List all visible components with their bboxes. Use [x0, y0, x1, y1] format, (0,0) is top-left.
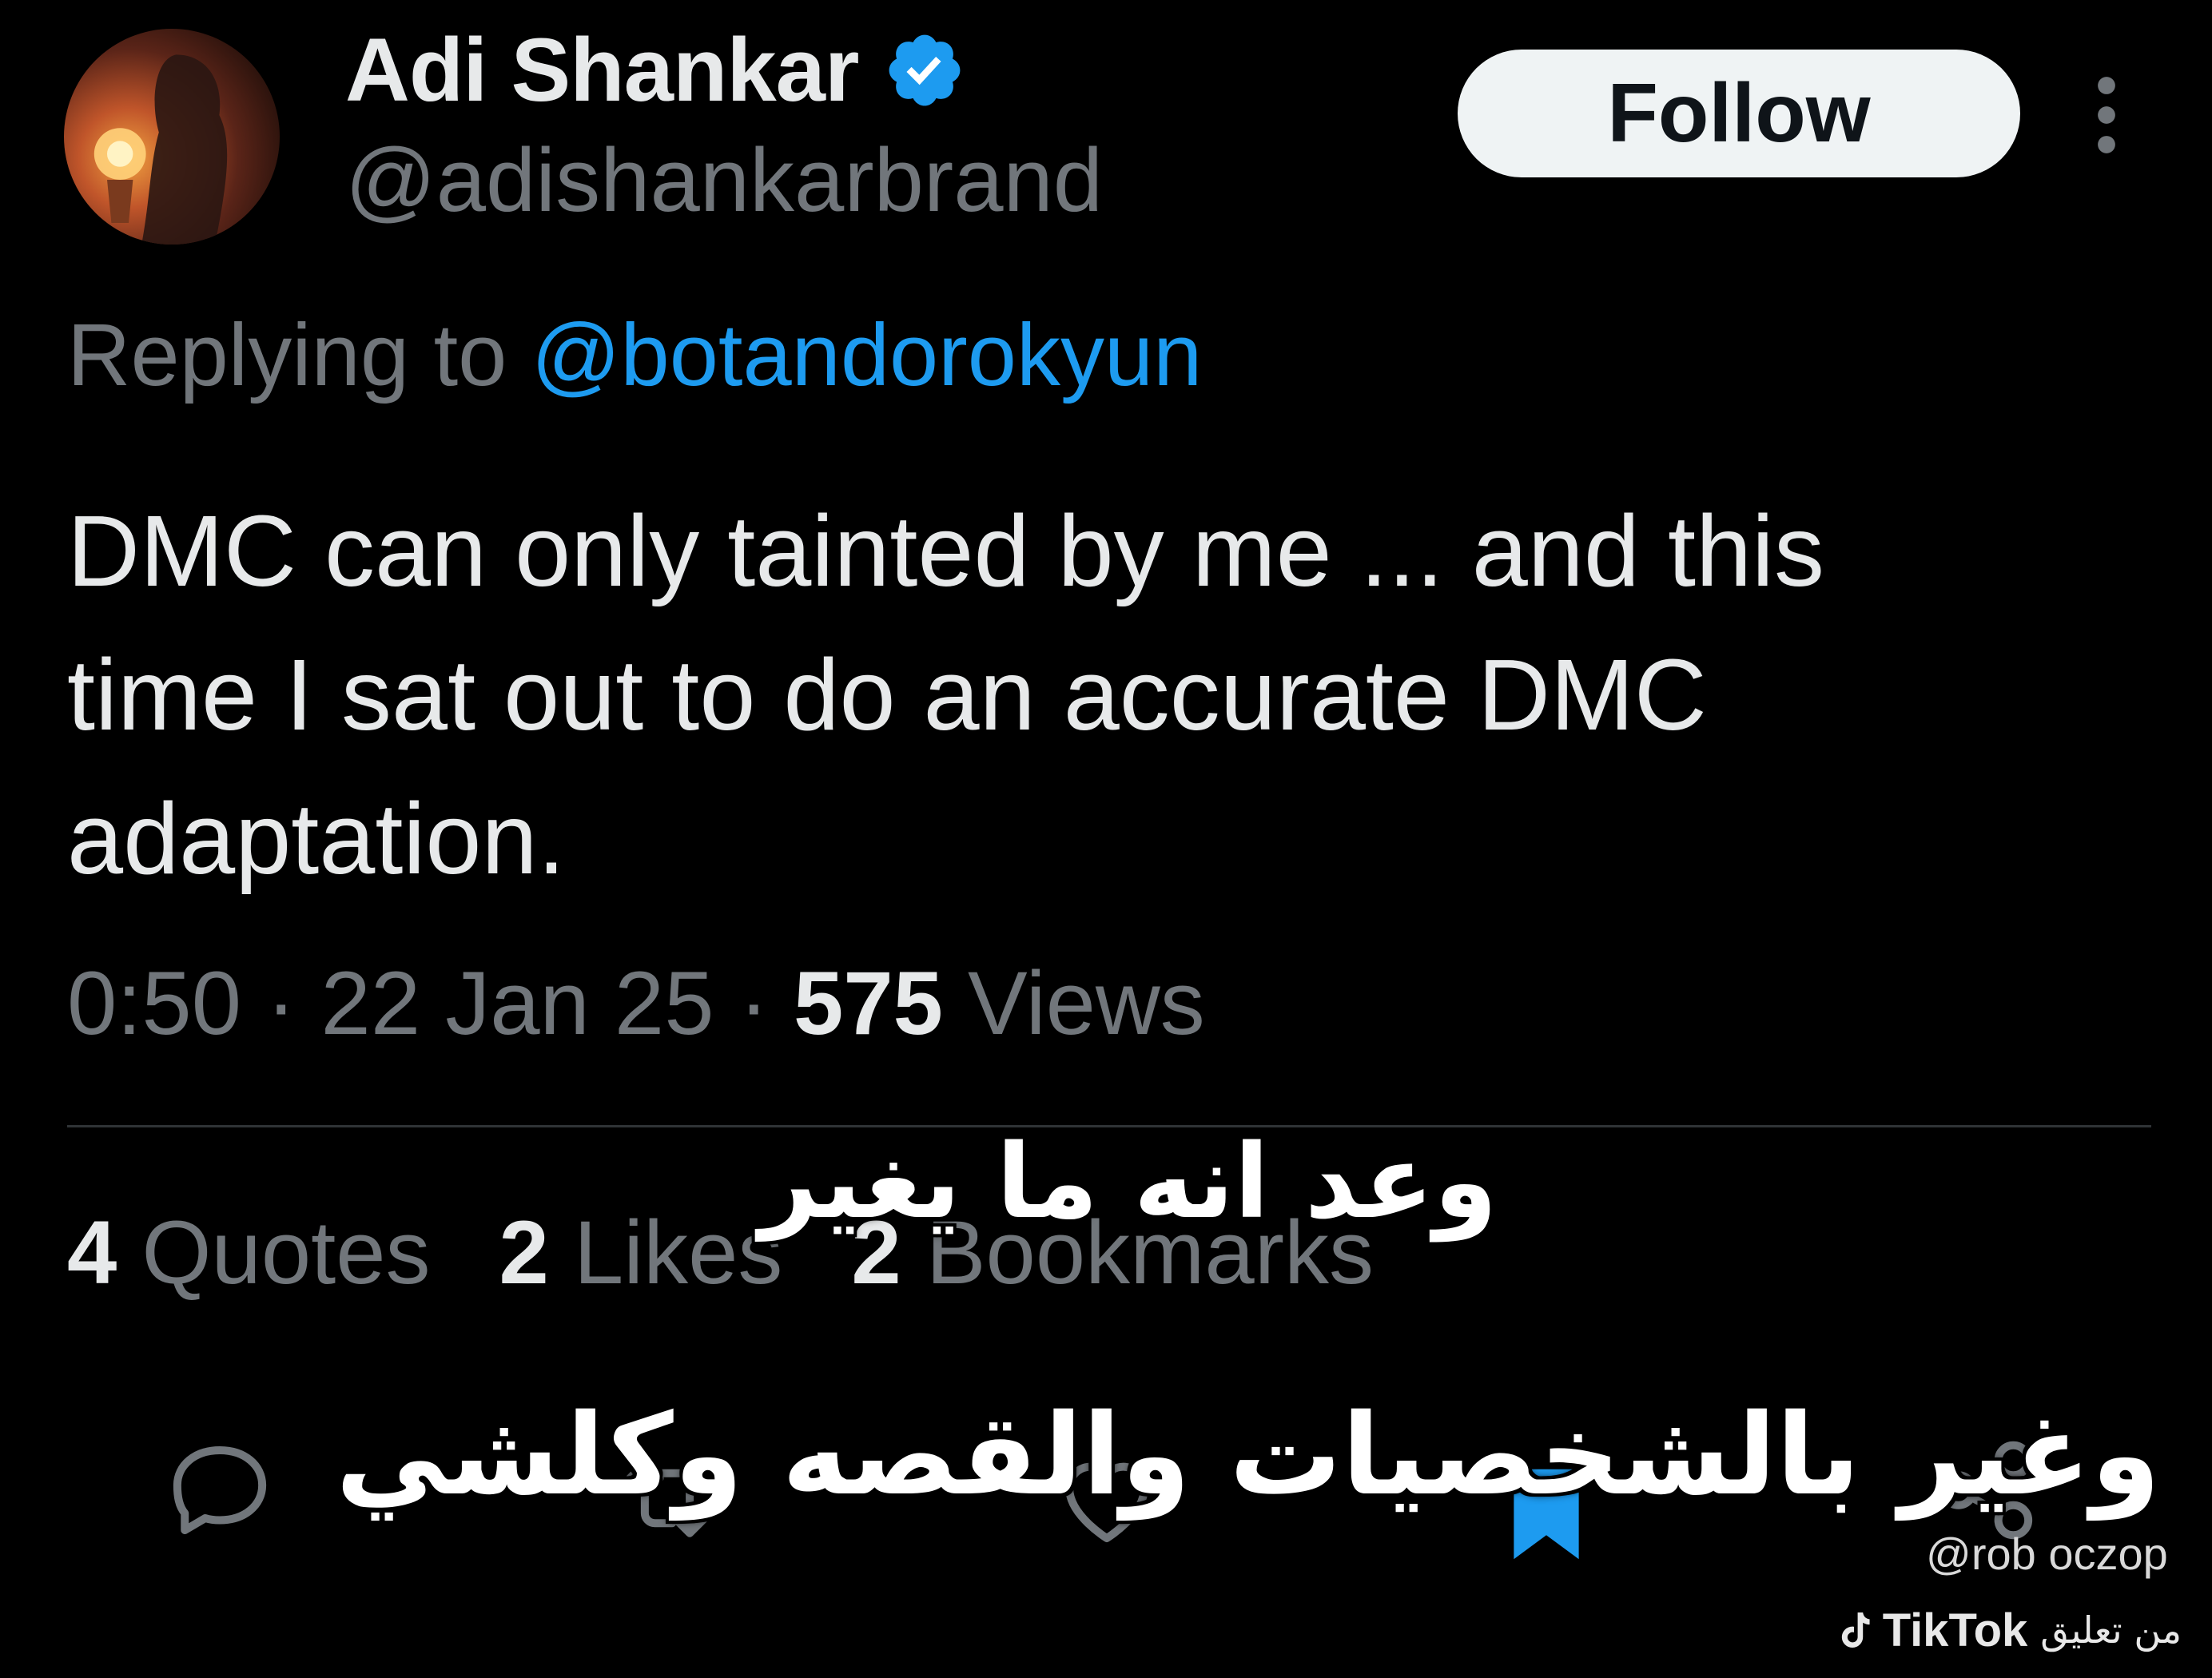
tiktok-logo-icon — [1841, 1612, 1870, 1648]
tiktok-brand: TikTok — [1882, 1604, 2028, 1656]
meta-separator: · — [738, 953, 769, 1053]
meta-separator: · — [266, 953, 296, 1053]
tiktok-caption: من تعليق — [2040, 1608, 2182, 1652]
video-subtitle: وعد انه ما يغير — [759, 1123, 1498, 1242]
author-name-row: Adi Shankar — [345, 22, 966, 118]
author-name[interactable]: Adi Shankar — [345, 26, 860, 115]
tweet-line: DMC can only tainted by me ... and this — [67, 495, 1825, 607]
tweet-time[interactable]: 0:50 — [67, 953, 241, 1053]
views-count: 575 — [794, 953, 943, 1053]
reply-icon[interactable] — [160, 1430, 280, 1550]
tweet-line: adaptation. — [67, 782, 566, 895]
tiktok-watermark: TikTok من تعليق — [1830, 1598, 2182, 1662]
likes-stat[interactable]: 2 Likes — [499, 1208, 783, 1298]
likes-label: Likes — [573, 1203, 783, 1302]
verified-badge-icon[interactable] — [883, 29, 966, 112]
watermark-handle: @rob oczop — [1926, 1529, 2168, 1579]
replying-to-label: Replying to — [67, 306, 507, 404]
author-handle[interactable]: @adishankarbrand — [345, 136, 1103, 225]
quotes-count: 4 — [67, 1203, 117, 1302]
quotes-label: Quotes — [141, 1203, 431, 1302]
replying-to: Replying to @botandorokyun — [67, 312, 1202, 400]
video-subtitle: وغير بالشخصيات والقصه وكلشي — [336, 1390, 2161, 1521]
more-vertical-icon[interactable] — [2089, 75, 2124, 155]
avatar-image — [93, 54, 228, 245]
views-label: Views — [968, 953, 1205, 1053]
tweet-text: DMC can only tainted by me ... and this … — [67, 479, 2145, 911]
reply-target-link[interactable]: @botandorokyun — [531, 306, 1202, 404]
tweet-meta: 0:50 · 22 Jan 25 · 575 Views — [67, 959, 1205, 1048]
follow-button[interactable]: Follow — [1458, 50, 2020, 177]
likes-count: 2 — [499, 1203, 549, 1302]
tweet-line: time I sat out to do an accurate DMC — [67, 638, 1707, 751]
quotes-stat[interactable]: 4 Quotes — [67, 1208, 431, 1298]
avatar[interactable] — [64, 29, 280, 245]
tweet-date[interactable]: 22 Jan 25 — [321, 953, 714, 1053]
